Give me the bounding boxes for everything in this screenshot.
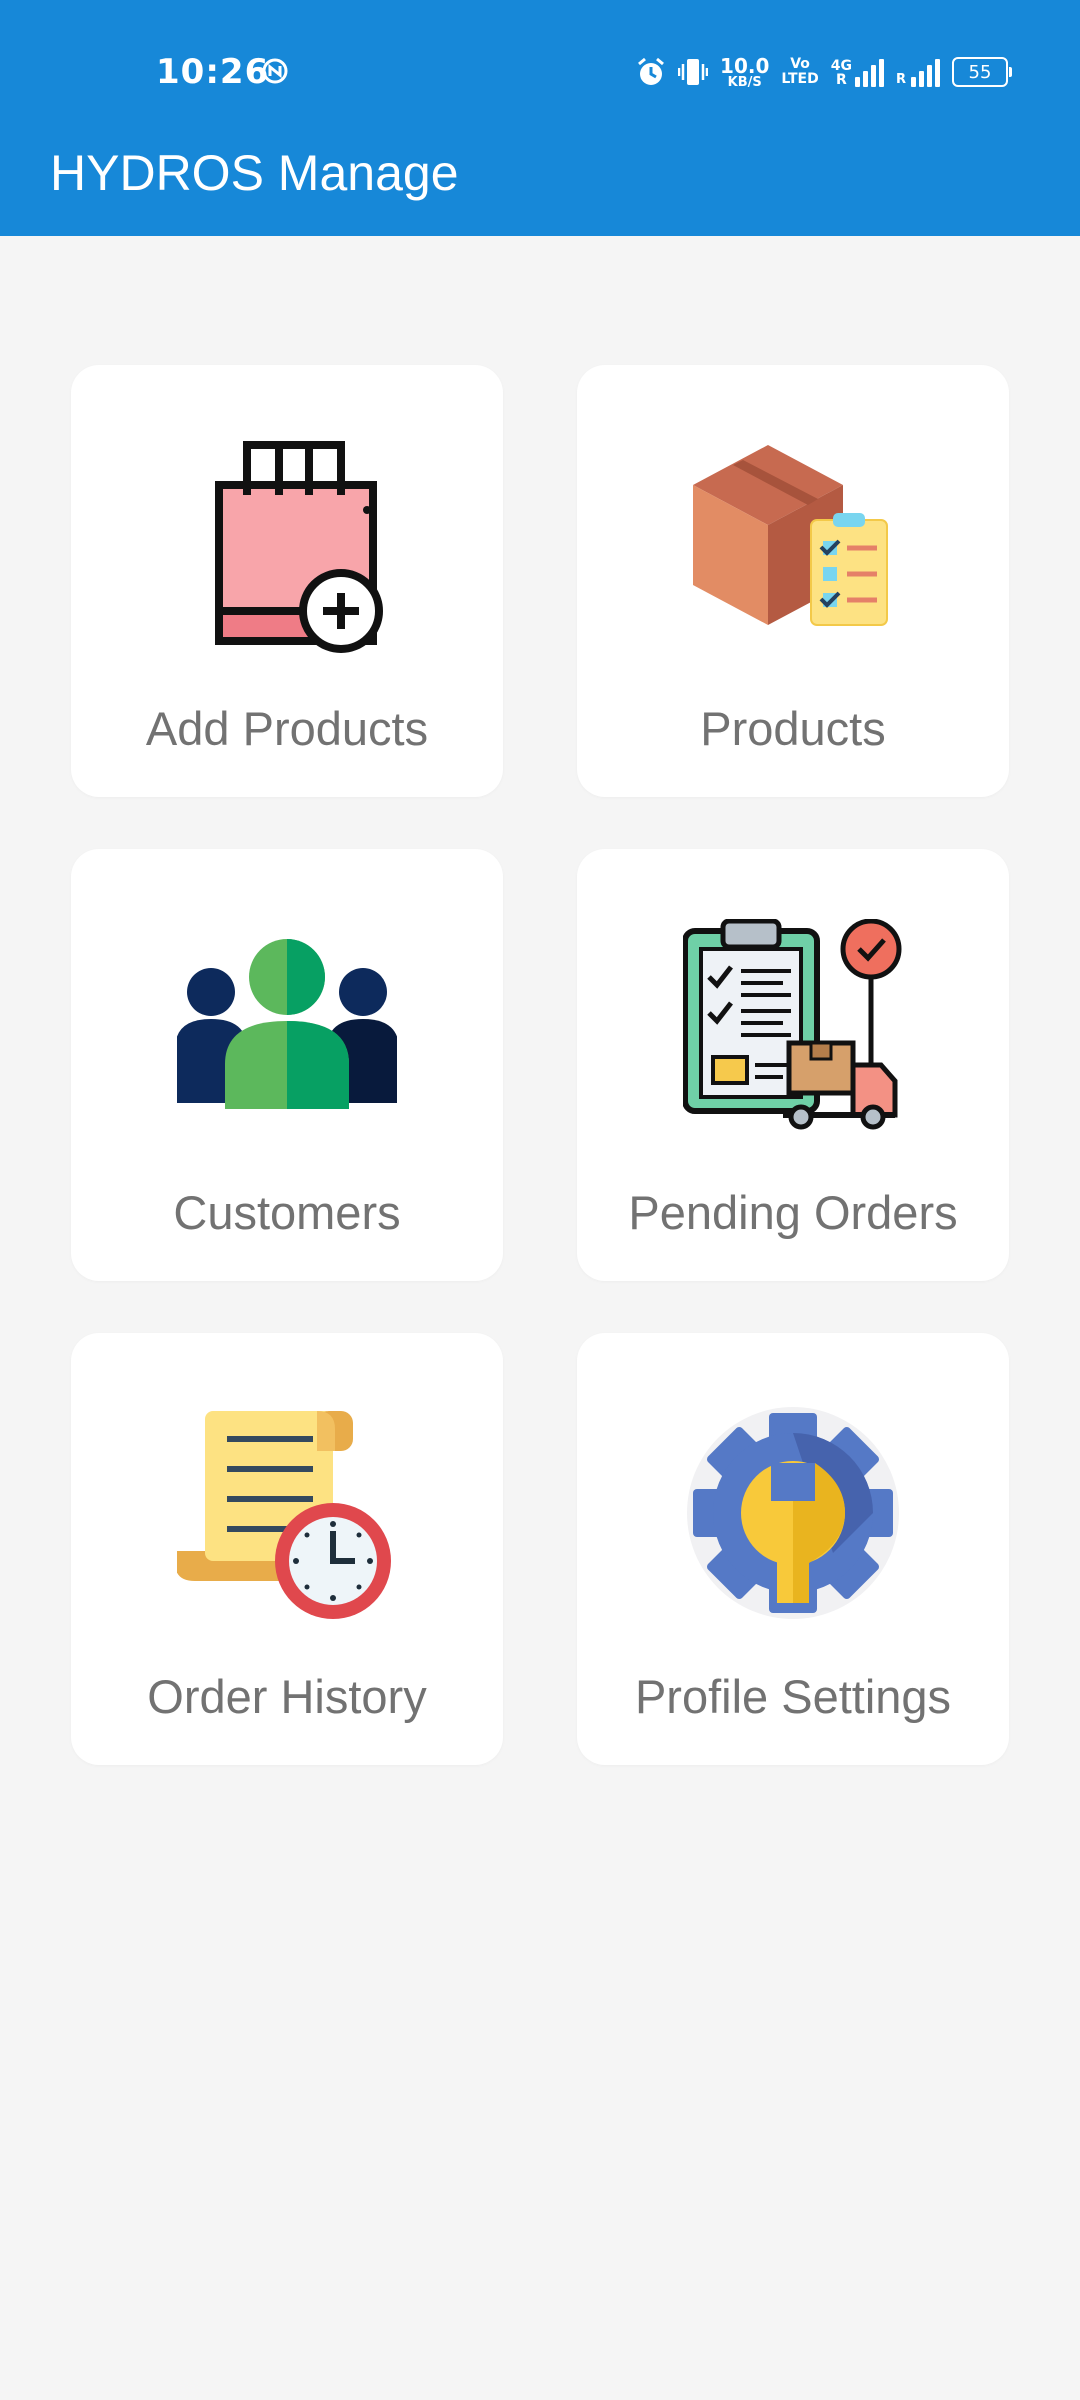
signal-icon-sim1: 4G R <box>831 57 884 87</box>
menu-item-label: Customers <box>173 1186 401 1239</box>
profile-settings-card[interactable]: Profile Settings <box>577 1333 1009 1765</box>
scroll-clock-icon <box>177 1411 391 1619</box>
status-icons: 10.0 KB/S Vo LTED 4G R R 55 <box>636 50 1012 94</box>
menu-item-label: Products <box>700 702 886 755</box>
network-speed-unit: KB/S <box>727 74 762 90</box>
add-products-card[interactable]: Add Products <box>71 365 503 797</box>
status-time: 10:26 <box>156 52 270 92</box>
battery-indicator: 55 <box>952 57 1012 87</box>
clipboard-delivery-icon <box>683 919 902 1130</box>
order-history-card[interactable]: Order History <box>71 1333 503 1765</box>
signal-icon-sim2: R <box>896 57 940 87</box>
products-card[interactable]: Products <box>577 365 1009 797</box>
vibrate-icon <box>678 59 709 85</box>
app-bar: 10:26 10.0 KB/S Vo LTED 4G R R 55 HYDROS… <box>0 0 1080 236</box>
network-speed-value: 10.0 <box>720 53 770 78</box>
status-bar: 10:26 10.0 KB/S Vo LTED 4G R R 55 <box>0 0 1080 140</box>
volte-bottom: LTED <box>781 71 819 87</box>
battery-level: 55 <box>968 61 992 83</box>
roaming-indicator-1: R <box>835 72 847 88</box>
customers-card[interactable]: Customers <box>71 849 503 1281</box>
network-type: 4G <box>830 58 852 74</box>
roaming-indicator-2: R <box>895 72 906 87</box>
app-title: HYDROS Manage <box>50 145 459 201</box>
people-group-icon <box>177 939 397 1109</box>
network-speed: 10.0 KB/S <box>720 56 769 89</box>
volte-top: Vo <box>790 56 810 72</box>
box-checklist-icon <box>693 445 888 626</box>
menu-item-label: Order History <box>147 1670 427 1723</box>
alarm-icon <box>638 57 665 85</box>
pending-orders-card[interactable]: Pending Orders <box>577 849 1009 1281</box>
gear-wrench-icon <box>687 1407 899 1619</box>
add-shopping-bag-icon <box>215 441 383 653</box>
volte-indicator: Vo LTED <box>781 57 818 87</box>
menu-item-label: Profile Settings <box>634 1670 952 1723</box>
nfc-icon <box>262 58 288 84</box>
menu-item-label: Pending Orders <box>628 1186 958 1239</box>
menu-item-label: Add Products <box>145 702 429 755</box>
